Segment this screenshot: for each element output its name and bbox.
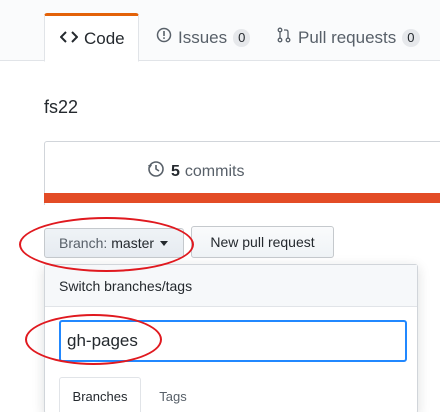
history-icon: [147, 160, 165, 183]
tab-code[interactable]: Code: [44, 13, 139, 62]
tab-pull-requests-label: Pull requests: [298, 27, 397, 47]
tab-issues-label: Issues: [178, 27, 228, 47]
branch-dropdown: Switch branches/tags Branches Tags: [44, 264, 418, 412]
pull-requests-counter: 0: [402, 28, 420, 47]
caret-down-icon: [160, 240, 169, 246]
tab-branches[interactable]: Branches: [59, 377, 141, 412]
git-pull-request-icon: [276, 27, 298, 48]
branch-select-button[interactable]: Branch: master: [44, 228, 184, 258]
tab-code-label: Code: [84, 28, 125, 48]
dropdown-title: Switch branches/tags: [45, 265, 417, 307]
issues-counter: 0: [233, 28, 251, 47]
language-bar: [44, 193, 440, 203]
dropdown-tabs: Branches Tags: [45, 377, 417, 412]
branch-value: master: [111, 235, 155, 251]
tab-issues[interactable]: Issues 0: [156, 13, 251, 62]
code-icon: [59, 29, 84, 49]
commits-label: commits: [184, 162, 245, 180]
branch-filter-input[interactable]: [59, 320, 407, 362]
new-pull-request-button[interactable]: New pull request: [191, 226, 334, 258]
tab-pull-requests[interactable]: Pull requests 0: [276, 13, 420, 62]
repo-description: fs22: [44, 97, 79, 117]
branch-label: Branch:: [59, 235, 108, 251]
commits-link[interactable]: 5 commits: [147, 160, 244, 183]
issue-opened-icon: [156, 27, 178, 48]
tab-tags[interactable]: Tags: [151, 377, 195, 412]
commits-count: 5: [171, 162, 180, 180]
